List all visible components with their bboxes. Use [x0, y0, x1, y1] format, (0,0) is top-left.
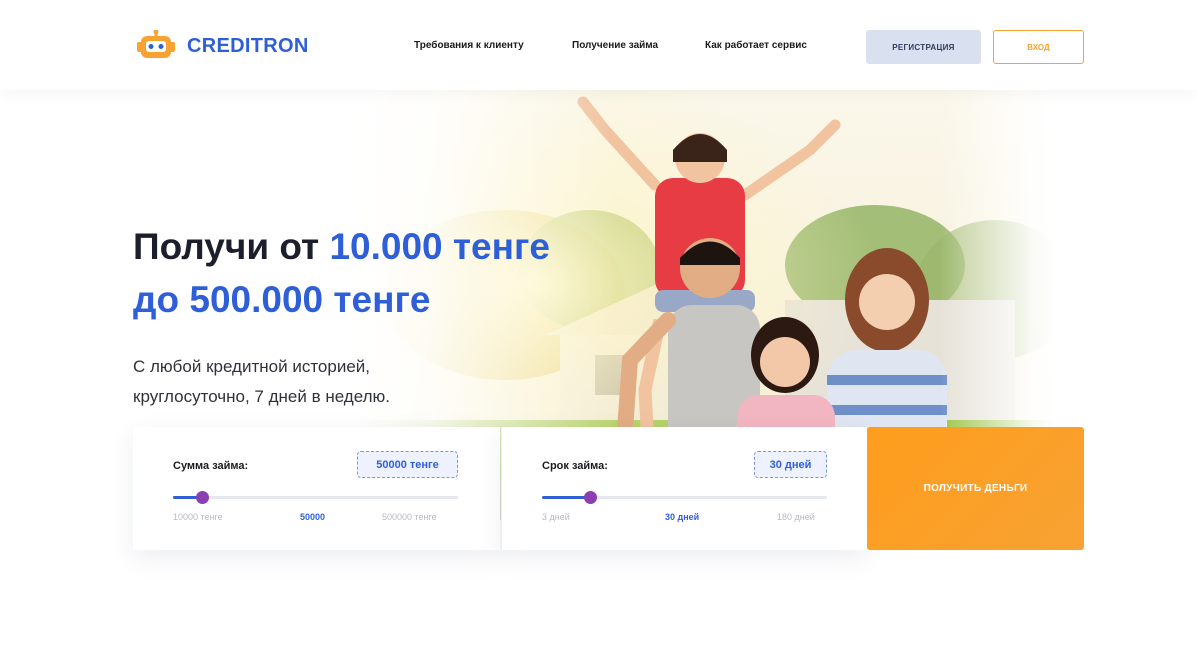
subline-line-1: С любой кредитной историей, [133, 357, 370, 376]
loan-sum-current: 50000 [300, 512, 326, 522]
loan-sum-slider-thumb[interactable] [195, 491, 209, 504]
hero-subline: С любой кредитной историей, круглосуточн… [133, 352, 390, 412]
loan-calculator: Сумма займа: 50000 тенге 10000 тенге 500… [133, 427, 1084, 550]
loan-term-value: 30 дней [754, 451, 827, 478]
loan-sum-max: 500000 тенге [382, 512, 437, 522]
headline-min-amount: 10.000 тенге [329, 226, 550, 267]
loan-term-current: 30 дней [665, 512, 700, 522]
loan-sum-slider[interactable] [173, 491, 458, 504]
brand-name: CREDITRON [187, 34, 309, 57]
site-header: CREDITRON Требования к клиенту Получение… [0, 0, 1197, 90]
loan-term-min: 3 дней [542, 512, 570, 522]
loan-term-slider-thumb[interactable] [584, 491, 598, 504]
loan-sum-value: 50000 тенге [357, 451, 458, 478]
subline-line-2: круглосуточно, 7 дней в неделю. [133, 387, 391, 406]
login-button[interactable]: ВХОД [993, 30, 1084, 64]
loan-sum-panel: Сумма займа: 50000 тенге 10000 тенге 500… [133, 427, 500, 550]
loan-sum-min: 10000 тенге [173, 512, 223, 522]
robot-icon [137, 29, 175, 62]
hero-section: Получи от 10.000 тенге до 500.000 тенге … [0, 90, 1197, 645]
nav-client-requirements[interactable]: Требования к клиенту [414, 40, 524, 51]
loan-term-slider[interactable] [542, 491, 827, 504]
logo[interactable]: CREDITRON [137, 29, 309, 62]
register-button[interactable]: РЕГИСТРАЦИЯ [866, 30, 981, 64]
loan-term-panel: Срок займа: 30 дней 3 дней 30 дней 180 д… [501, 427, 867, 550]
get-money-button[interactable]: ПОЛУЧИТЬ ДЕНЬГИ [867, 427, 1084, 550]
loan-term-label: Срок займа: [542, 460, 608, 472]
headline-max-amount: до 500.000 тенге [133, 279, 431, 320]
headline-prefix: Получи от [133, 226, 330, 267]
hero-headline: Получи от 10.000 тенге до 500.000 тенге [133, 220, 550, 326]
loan-term-max: 180 дней [777, 512, 815, 522]
loan-sum-label: Сумма займа: [173, 460, 249, 472]
loan-term-slider-fill [542, 496, 591, 499]
nav-how-it-works[interactable]: Как работает сервис [705, 40, 807, 51]
nav-loan-receipt[interactable]: Получение займа [572, 40, 658, 51]
